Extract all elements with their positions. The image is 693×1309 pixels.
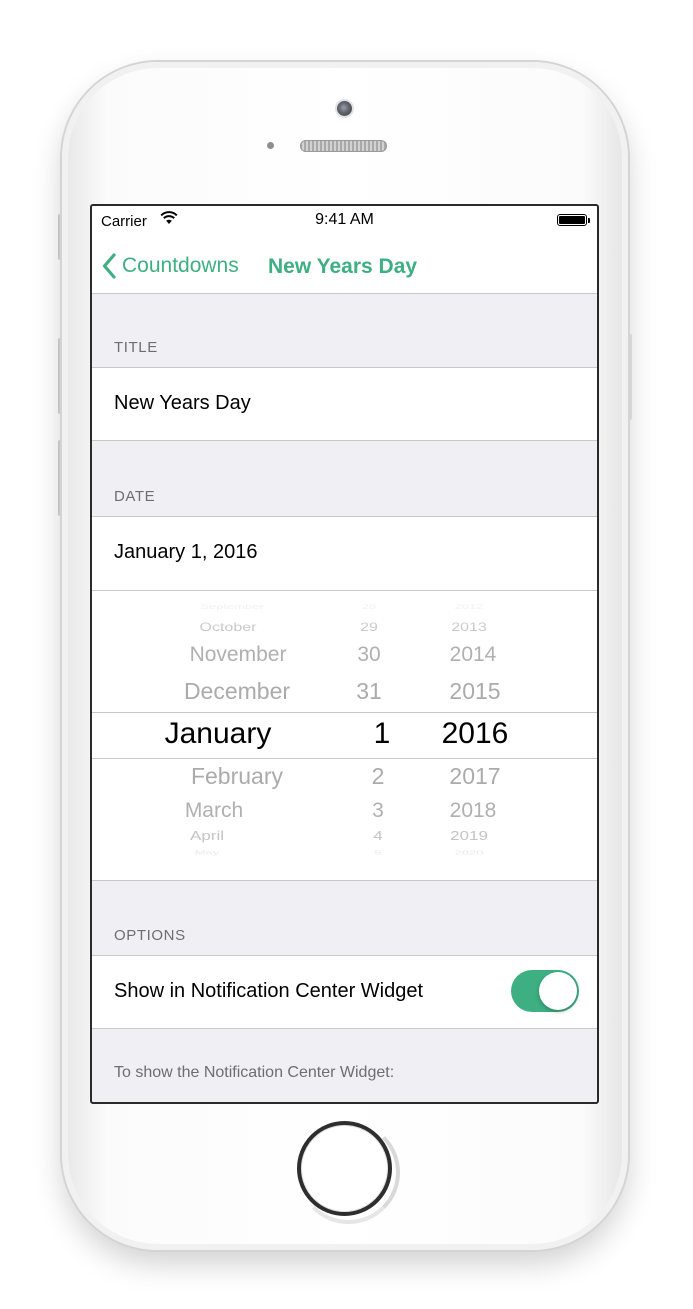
- date-section-header: DATE: [114, 488, 156, 505]
- picker-day-item[interactable]: 4: [348, 829, 408, 844]
- picker-day-selected[interactable]: 1: [352, 717, 412, 751]
- earpiece-speaker: [300, 140, 387, 152]
- back-button-label: Countdowns: [122, 254, 239, 277]
- picker-bottom-border: [92, 880, 597, 881]
- picker-year-item[interactable]: 2013: [414, 621, 524, 635]
- options-footer-text: To show the Notification Center Widget:: [114, 1064, 395, 1081]
- picker-selection-top-line: [92, 712, 597, 713]
- picker-day-item[interactable]: 3: [348, 799, 408, 823]
- status-bar: Carrier 9:41 AM: [92, 206, 597, 234]
- picker-month-item[interactable]: May: [117, 849, 297, 856]
- picker-day-item[interactable]: 30: [339, 643, 399, 667]
- date-cell[interactable]: January 1, 2016: [92, 516, 597, 591]
- screen: Carrier 9:41 AM Countdowns New Years Day…: [90, 204, 599, 1104]
- picker-month-item[interactable]: February: [147, 763, 327, 790]
- picker-selection-bottom-line: [92, 758, 597, 759]
- front-camera: [337, 101, 352, 116]
- proximity-sensor: [267, 142, 274, 149]
- picker-month-item[interactable]: March: [124, 799, 304, 823]
- notification-widget-cell: Show in Notification Center Widget: [92, 955, 597, 1029]
- date-picker[interactable]: September October November December Janu…: [92, 590, 597, 880]
- date-value: January 1, 2016: [114, 541, 258, 563]
- picker-day-item[interactable]: 29: [339, 621, 399, 635]
- picker-day-item[interactable]: 28: [339, 602, 399, 610]
- picker-day-item[interactable]: 2: [348, 763, 408, 790]
- status-time: 9:41 AM: [315, 211, 374, 228]
- picker-month-item[interactable]: September: [142, 602, 322, 610]
- picker-year-item[interactable]: 2020: [414, 849, 524, 856]
- notification-widget-label: Show in Notification Center Widget: [114, 980, 424, 1002]
- picker-day-item[interactable]: 5: [348, 849, 408, 856]
- title-section-header: TITLE: [114, 339, 158, 356]
- options-section-header: OPTIONS: [114, 927, 186, 944]
- picker-month-item[interactable]: April: [117, 829, 297, 844]
- picker-month-item[interactable]: November: [148, 643, 328, 667]
- picker-year-item[interactable]: 2018: [418, 799, 528, 823]
- picker-bottom-fade: [92, 840, 597, 880]
- picker-day-item[interactable]: 31: [339, 678, 399, 705]
- toggle-knob: [539, 972, 577, 1010]
- picker-year-item[interactable]: 2017: [420, 763, 530, 790]
- navigation-bar: Countdowns New Years Day: [92, 234, 597, 294]
- chevron-left-icon: [102, 253, 116, 279]
- picker-year-selected[interactable]: 2016: [420, 717, 530, 751]
- picker-year-item[interactable]: 2012: [414, 602, 524, 610]
- notification-widget-toggle[interactable]: [511, 970, 579, 1012]
- home-button[interactable]: [297, 1121, 400, 1224]
- picker-year-item[interactable]: 2015: [420, 678, 530, 705]
- title-cell[interactable]: New Years Day: [92, 367, 597, 441]
- picker-month-selected[interactable]: January: [128, 717, 308, 751]
- picker-year-item[interactable]: 2014: [418, 643, 528, 667]
- back-button[interactable]: Countdowns: [102, 248, 239, 284]
- picker-month-item[interactable]: December: [147, 678, 327, 705]
- picker-month-item[interactable]: October: [138, 621, 318, 635]
- picker-year-item[interactable]: 2019: [414, 829, 524, 844]
- battery-icon: [557, 214, 590, 226]
- title-field[interactable]: New Years Day: [114, 392, 251, 415]
- page-title: New Years Day: [268, 255, 418, 278]
